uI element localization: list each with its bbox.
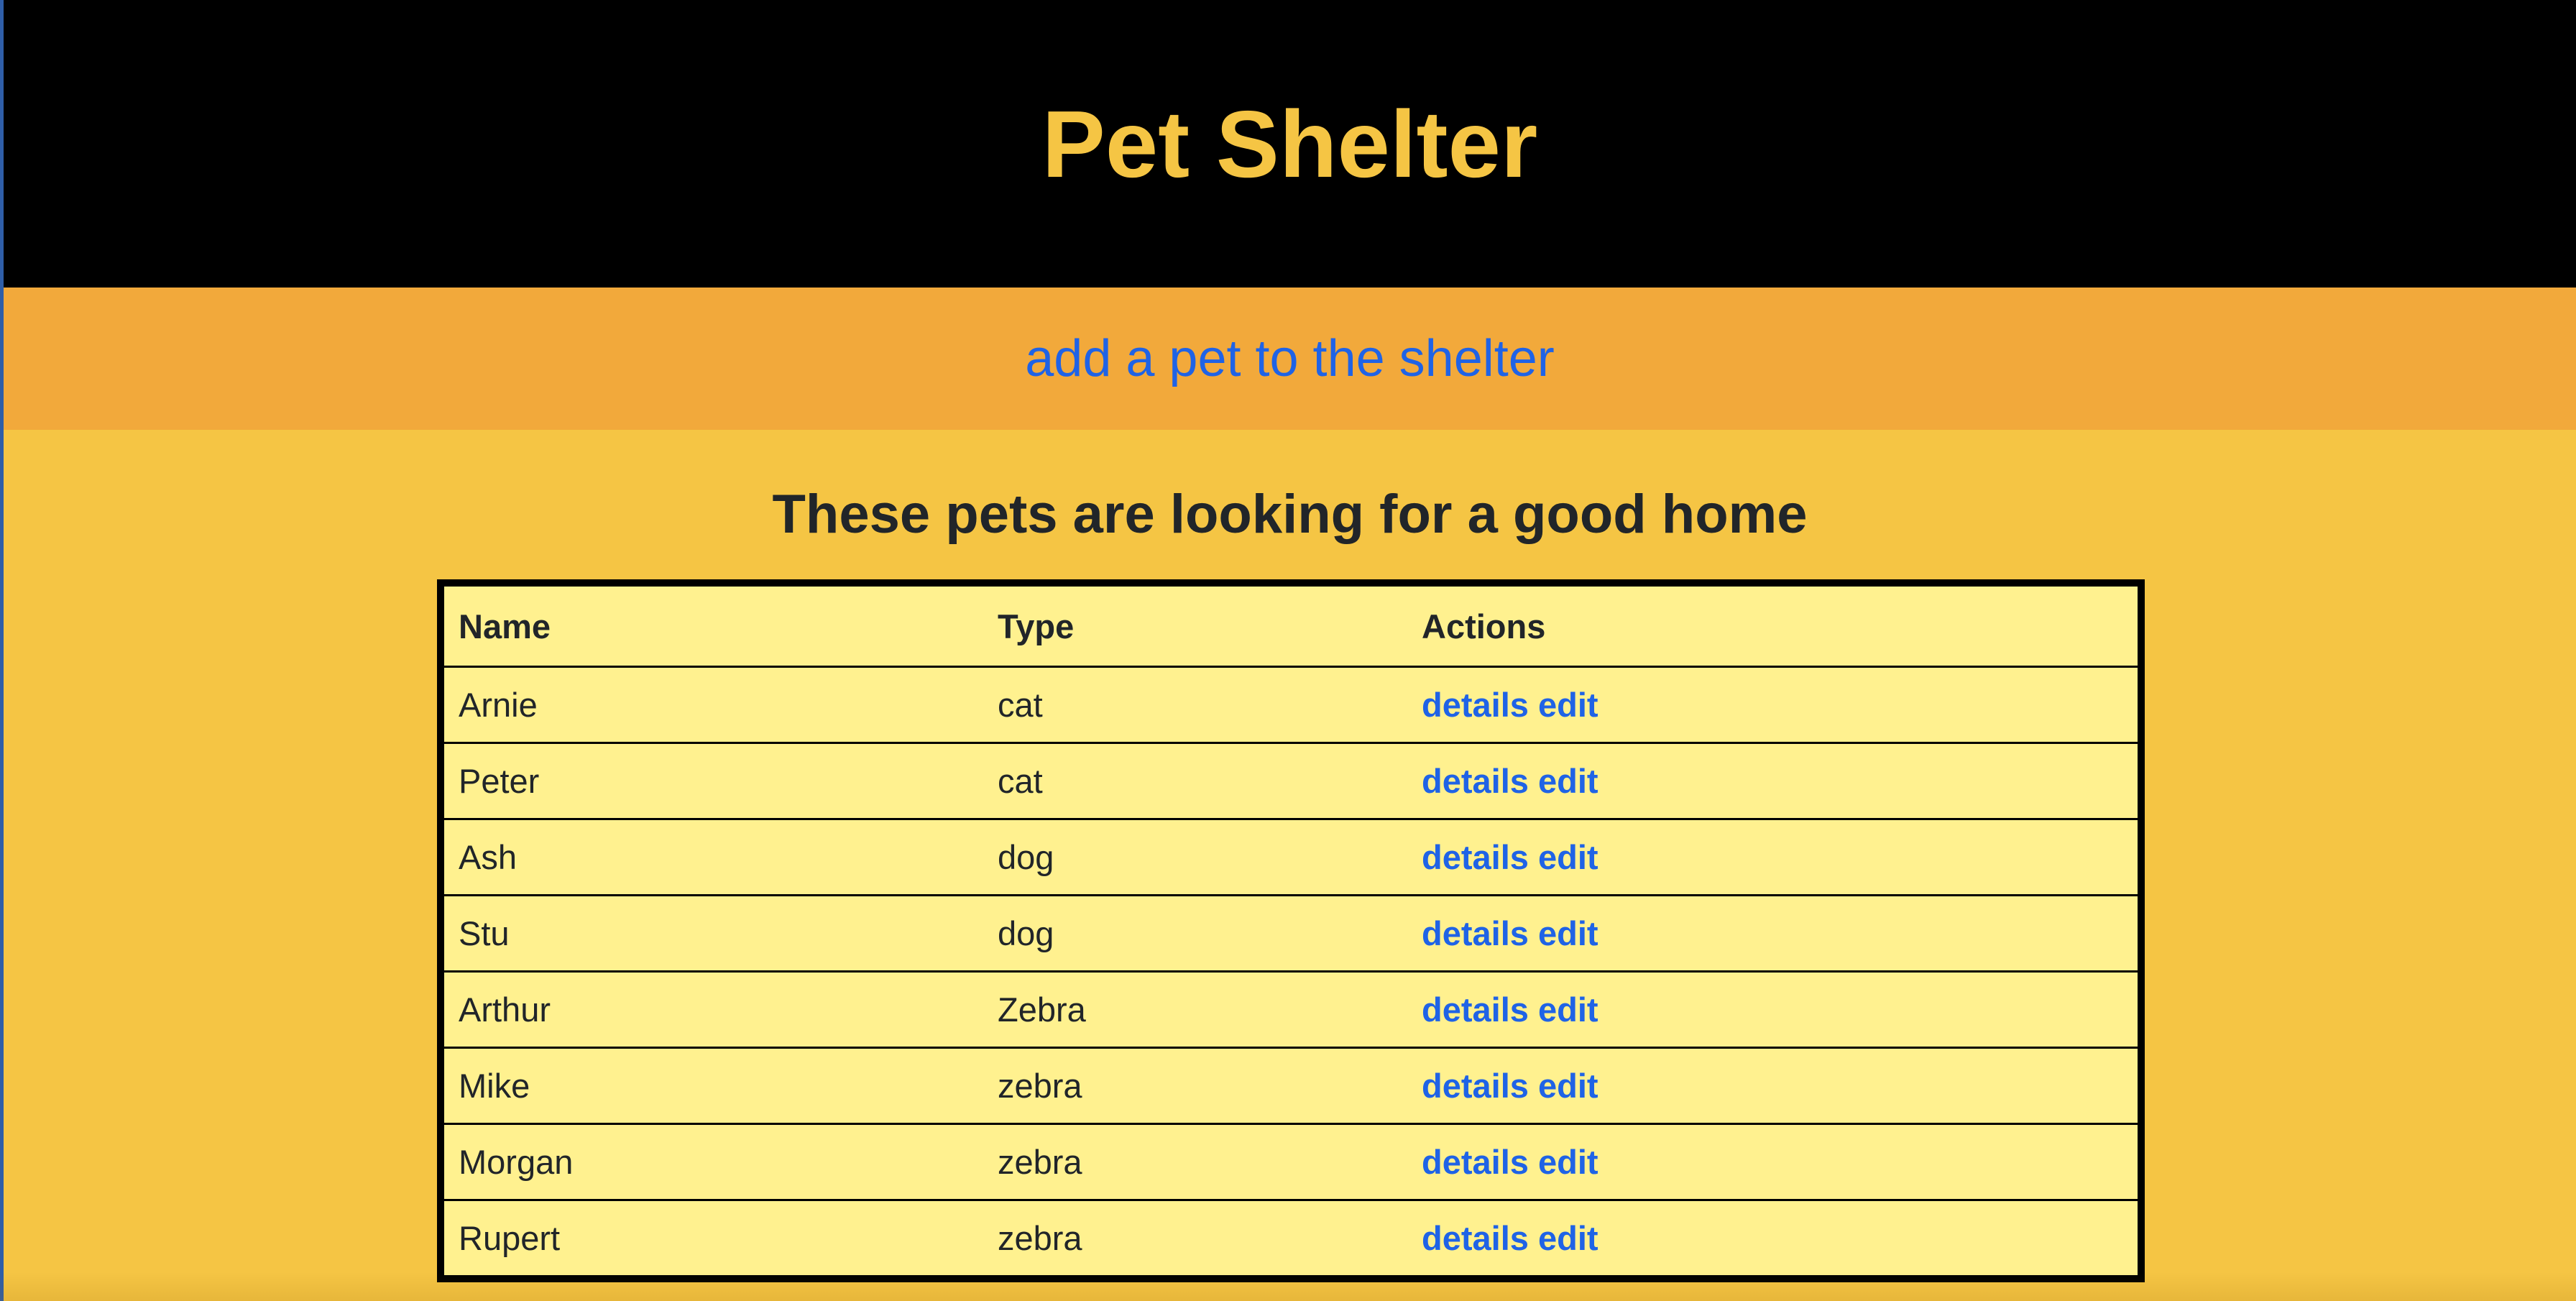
nav-bar: add a pet to the shelter: [4, 288, 2576, 430]
table-row: Stu dog details edit: [441, 895, 2141, 973]
pet-actions: details edit: [1407, 819, 2141, 896]
table-row: Morgan zebra details edit: [441, 1123, 2141, 1201]
edit-link[interactable]: edit: [1538, 1219, 1598, 1257]
edit-link[interactable]: edit: [1538, 686, 1598, 724]
pet-name: Peter: [441, 743, 983, 820]
pet-actions: details edit: [1407, 1123, 2141, 1201]
edit-link[interactable]: edit: [1538, 1143, 1598, 1181]
pet-type: zebra: [983, 1047, 1407, 1125]
pet-actions: details edit: [1407, 1047, 2141, 1125]
pet-actions: details edit: [1407, 1200, 2141, 1279]
table-row: Peter cat details edit: [441, 743, 2141, 820]
details-link[interactable]: details: [1422, 914, 1529, 952]
pet-type: zebra: [983, 1123, 1407, 1201]
pet-name: Arnie: [441, 666, 983, 744]
table-row: Arnie cat details edit: [441, 666, 2141, 744]
column-header-type: Type: [983, 583, 1407, 668]
details-link[interactable]: details: [1422, 1067, 1529, 1105]
pets-table: Name Type Actions Arnie cat details edit Pe…: [437, 579, 2145, 1282]
pet-type: zebra: [998, 1219, 1082, 1257]
details-link[interactable]: details: [1422, 990, 1529, 1029]
pet-name: Rupert: [459, 1219, 561, 1257]
pet-name: Stu: [441, 895, 983, 973]
details-link[interactable]: details: [1422, 686, 1529, 724]
details-link[interactable]: details: [1422, 1143, 1529, 1181]
pet-name: Ash: [441, 819, 983, 896]
add-pet-link[interactable]: add a pet to the shelter: [1025, 329, 1555, 388]
details-link[interactable]: details: [1422, 838, 1529, 876]
edit-link[interactable]: edit: [1538, 1067, 1598, 1105]
table-row: Mike zebra details edit: [441, 1047, 2141, 1125]
pet-name: Morgan: [441, 1123, 983, 1201]
column-header-name: Name: [441, 583, 983, 668]
pet-actions: details edit: [1407, 666, 2141, 744]
table-header-row: Name Type Actions: [441, 583, 2141, 668]
pet-actions: details edit: [1407, 971, 2141, 1049]
edit-link[interactable]: edit: [1538, 762, 1598, 800]
pet-type: cat: [983, 666, 1407, 744]
pet-name: Mike: [441, 1047, 983, 1125]
pet-type: Zebra: [983, 971, 1407, 1049]
pet-type: dog: [983, 895, 1407, 973]
details-link[interactable]: details: [1422, 1219, 1529, 1257]
table-row: Arthur Zebra details edit: [441, 971, 2141, 1049]
pet-type: dog: [983, 819, 1407, 896]
window-bottom-shadow: [0, 1272, 2576, 1301]
page-title: Pet Shelter: [1041, 91, 1538, 197]
details-link[interactable]: details: [1422, 762, 1529, 800]
pet-actions: details edit: [1407, 743, 2141, 820]
pet-type: cat: [983, 743, 1407, 820]
page-header: Pet Shelter: [4, 0, 2576, 288]
section-heading: These pets are looking for a good home: [772, 484, 1808, 545]
pet-actions: details edit: [1407, 895, 2141, 973]
edit-link[interactable]: edit: [1538, 990, 1598, 1029]
column-header-actions: Actions: [1407, 583, 2141, 668]
pet-name: Arthur: [441, 971, 983, 1049]
table-row: Rupert zebra details edit: [441, 1200, 2141, 1279]
table-row: Ash dog details edit: [441, 819, 2141, 896]
edit-link[interactable]: edit: [1538, 838, 1598, 876]
edit-link[interactable]: edit: [1538, 914, 1598, 952]
